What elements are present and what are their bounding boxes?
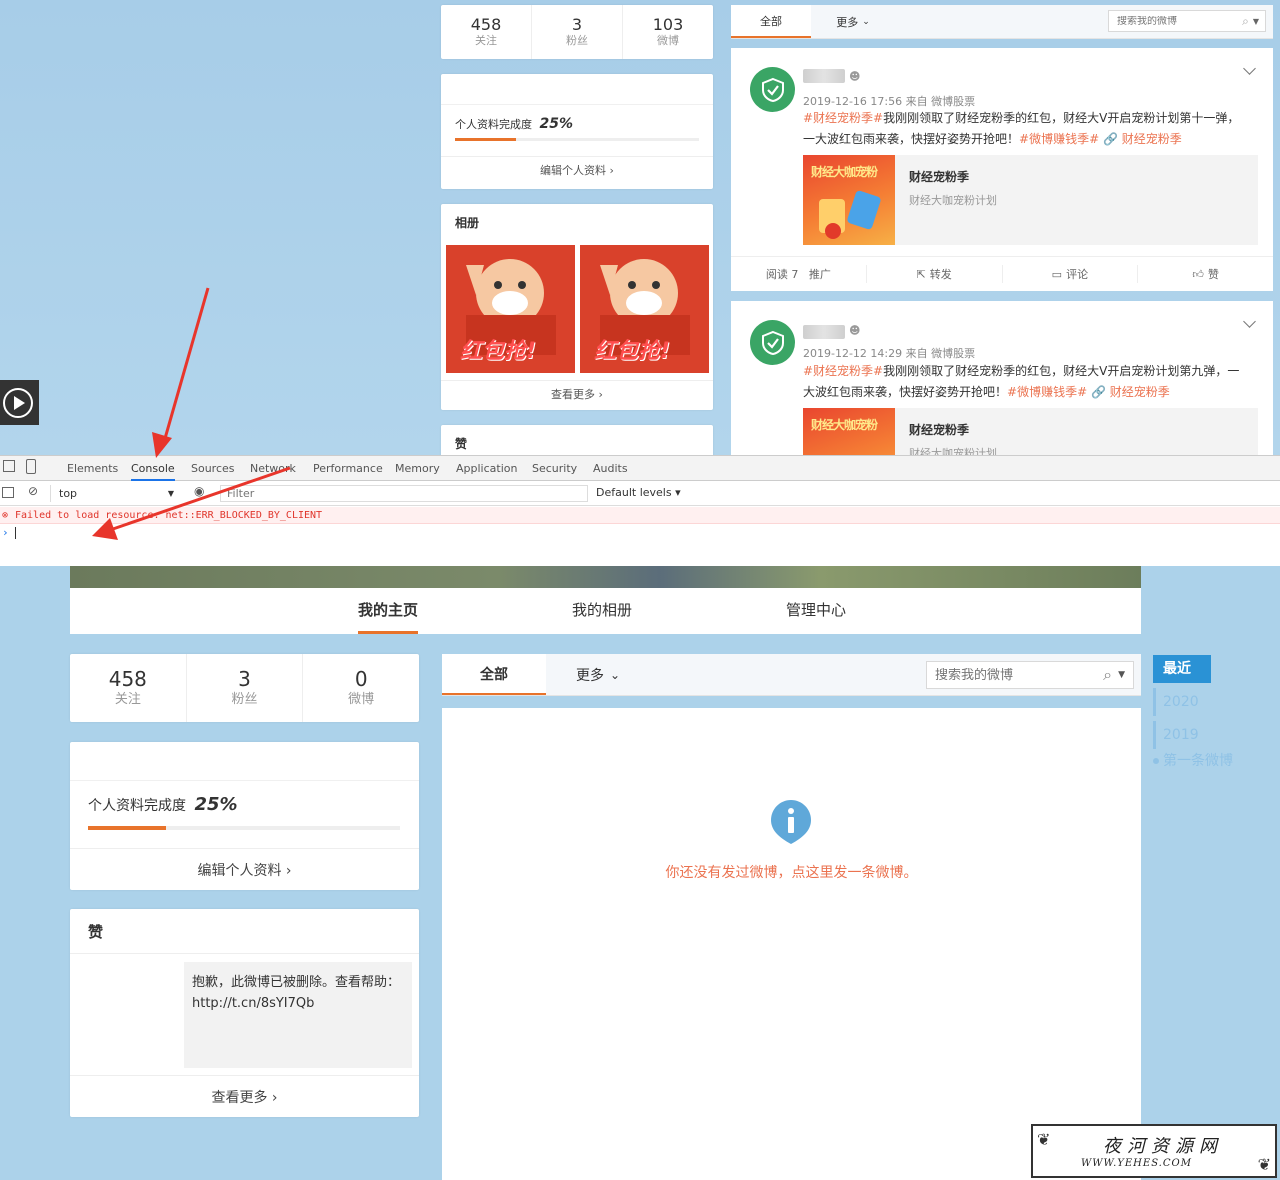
profile-completion-percent: 25% <box>194 794 238 815</box>
empty-feed-message[interactable]: 你还没有发过微博，点这里发一条微博。 <box>442 862 1141 882</box>
stats-card: 458 关注 3 粉丝 0 微博 <box>70 654 419 722</box>
watermark-title: 夜河资源网 <box>1103 1136 1223 1157</box>
stat-fans[interactable]: 3 粉丝 <box>187 654 304 722</box>
stat-weibo[interactable]: 0 微博 <box>303 654 419 722</box>
profile-nav: 我的主页 我的相册 管理中心 <box>70 588 1141 634</box>
search-input[interactable] <box>927 667 1104 683</box>
timeline-2019[interactable]: 2019 <box>1153 721 1211 749</box>
like-more-link[interactable]: 查看更多 › <box>70 1087 419 1107</box>
timeline-dot-icon <box>1153 758 1159 764</box>
search-box: ⌕ ▼ <box>926 661 1134 689</box>
like-title: 赞 <box>88 923 104 941</box>
nav-my-album[interactable]: 我的相册 <box>572 588 632 634</box>
stat-num: 0 <box>354 667 368 691</box>
swirl-icon: ❦ <box>1257 1155 1271 1174</box>
swirl-icon: ❦ <box>1037 1130 1051 1149</box>
bottom-screenshot: 我的主页 我的相册 管理中心 458 关注 3 粉丝 0 微博 个人资料完成度 25%… <box>0 566 1280 1180</box>
search-icon[interactable]: ⌕ <box>1103 665 1112 685</box>
watermark-url: WWW.YEHES.COM <box>1081 1158 1192 1169</box>
info-icon <box>769 798 813 846</box>
cover-image <box>70 566 1141 588</box>
deleted-post-box: 抱歉，此微博已被删除。查看帮助：http://t.cn/8sYI7Qb <box>184 962 412 1068</box>
timeline-first-post-label: 第一条微博 <box>1163 753 1233 769</box>
stat-num: 3 <box>238 667 251 691</box>
stat-follow[interactable]: 458 关注 <box>70 654 187 722</box>
tab-more-label: 更多 <box>575 667 604 684</box>
empty-feed-card: 你还没有发过微博，点这里发一条微博。 <box>442 708 1141 1180</box>
tab-all-label: 全部 <box>480 666 508 683</box>
stat-label: 关注 <box>114 692 141 707</box>
timeline-first-post[interactable]: 第一条微博 <box>1153 747 1263 775</box>
stat-label: 粉丝 <box>231 692 258 707</box>
profile-progress-bar <box>88 826 400 830</box>
like-card: 赞 抱歉，此微博已被删除。查看帮助：http://t.cn/8sYI7Qb 查看… <box>70 909 419 1117</box>
profile-completion-card: 个人资料完成度 25% 编辑个人资料 › <box>70 742 419 890</box>
stat-label: 微博 <box>348 692 375 707</box>
tab-all[interactable]: 全部 <box>442 654 546 695</box>
watermark-logo: ❦ ❦ 夜河资源网 WWW.YEHES.COM <box>1031 1124 1277 1178</box>
deleted-post-text[interactable]: 抱歉，此微博已被删除。查看帮助：http://t.cn/8sYI7Qb <box>192 972 402 1014</box>
stat-num: 458 <box>108 667 147 691</box>
nav-admin-center[interactable]: 管理中心 <box>786 588 846 634</box>
chevron-down-icon: ⌄ <box>609 667 621 682</box>
nav-my-home[interactable]: 我的主页 <box>358 588 419 634</box>
timeline-2020[interactable]: 2020 <box>1153 688 1211 716</box>
timeline-recent[interactable]: 最近 <box>1153 655 1211 683</box>
feed-tabbar: 全部 更多 ⌄ ⌕ ▼ <box>442 654 1141 696</box>
tab-more[interactable]: 更多 ⌄ <box>566 654 630 695</box>
edit-profile-link[interactable]: 编辑个人资料 › <box>70 860 419 880</box>
profile-completion-label: 个人资料完成度 <box>88 798 186 814</box>
caret-down-icon[interactable]: ▼ <box>1118 670 1125 680</box>
